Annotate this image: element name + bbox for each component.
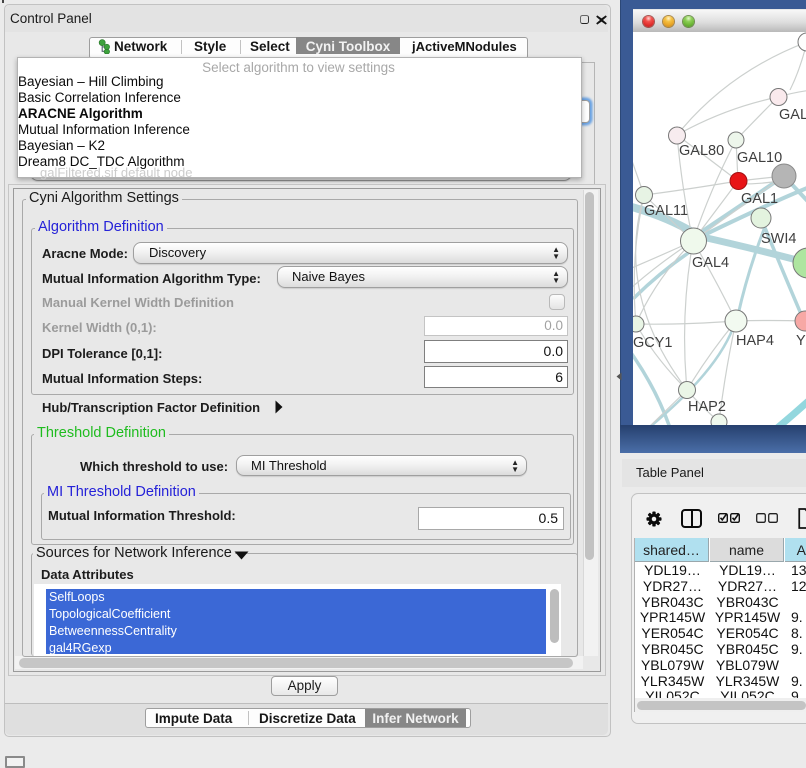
svg-text:GAL10: GAL10 [737,150,782,166]
svg-text:HAP2: HAP2 [688,399,726,415]
svg-text:GAL7: GAL7 [779,107,806,123]
svg-text:GAL80: GAL80 [679,143,724,159]
svg-text:GAL4: GAL4 [692,255,729,271]
svg-text:Y: Y [796,333,806,349]
svg-text:SWI4: SWI4 [761,231,796,247]
svg-text:HAP4: HAP4 [736,333,774,349]
svg-text:GAL1: GAL1 [741,191,778,207]
svg-text:GAL11: GAL11 [644,203,688,219]
svg-text:GCY1: GCY1 [633,335,673,351]
